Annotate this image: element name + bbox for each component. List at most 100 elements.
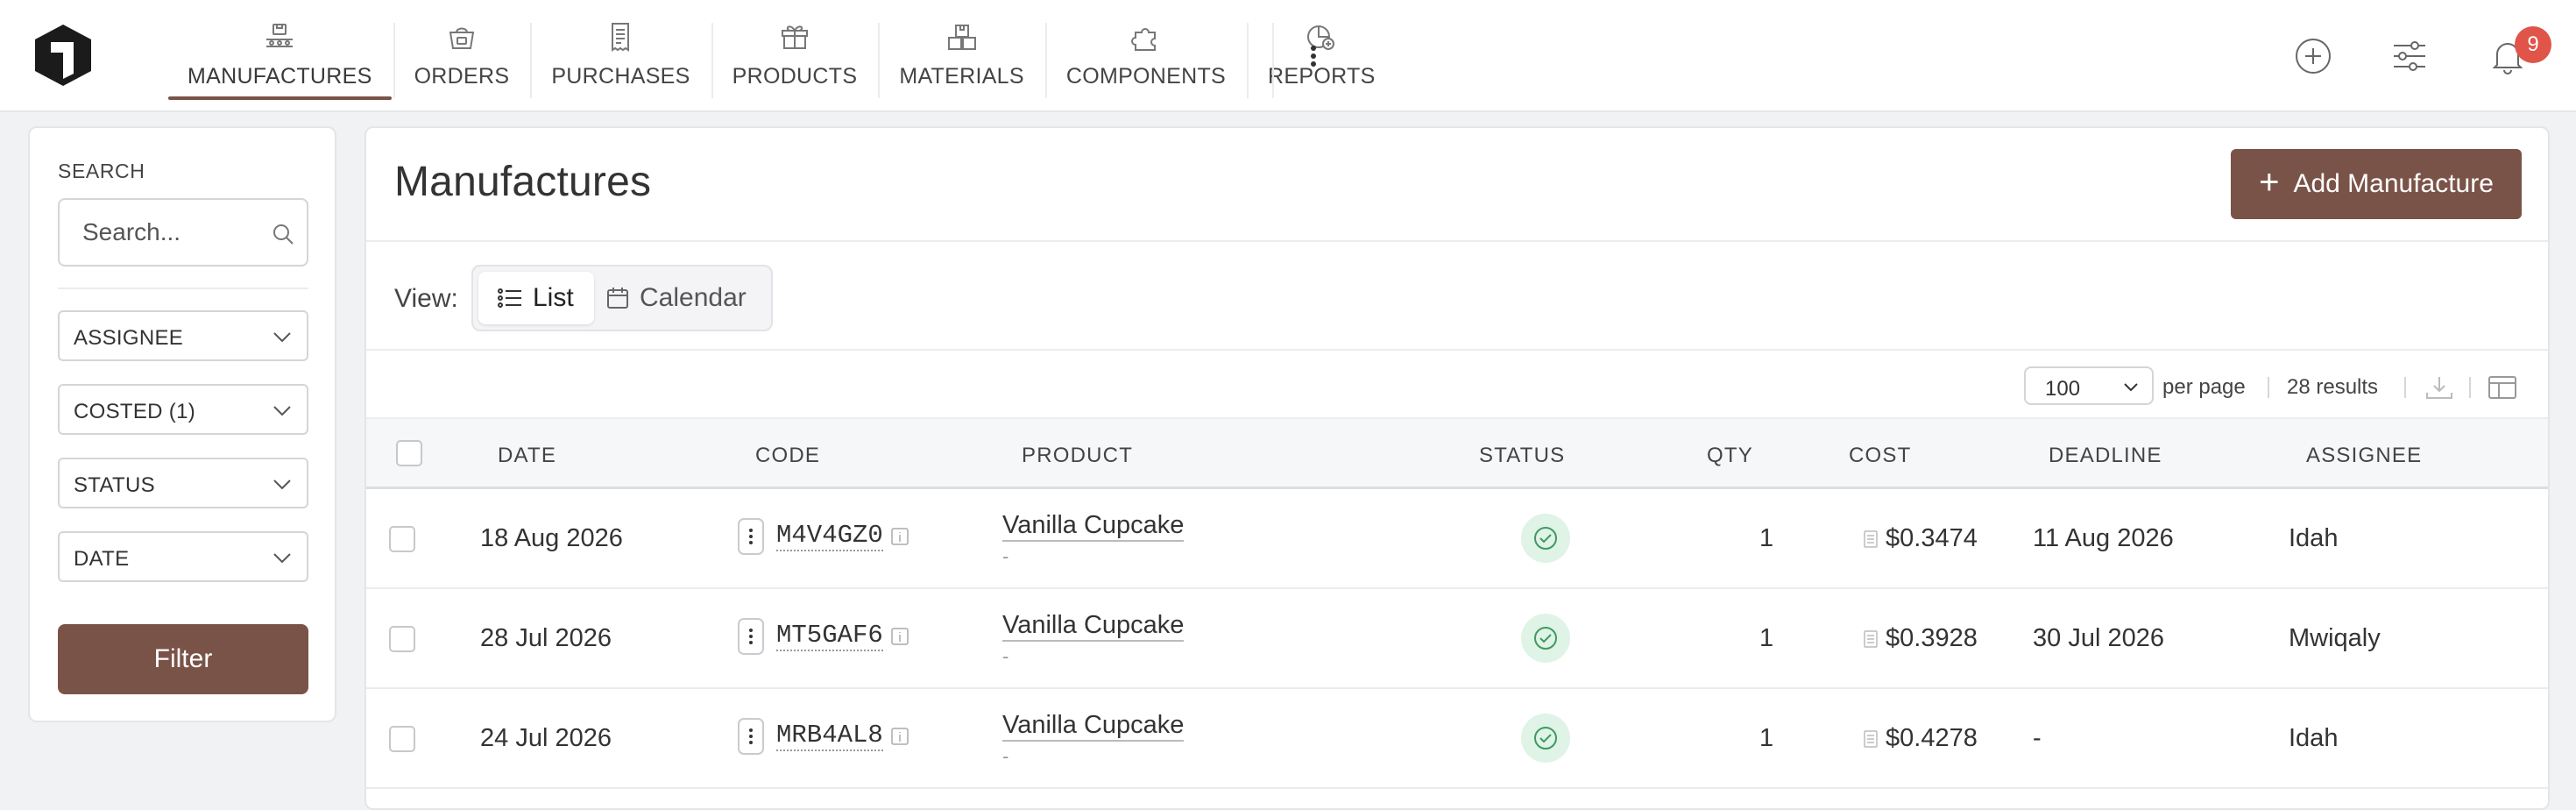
row-deadline: 11 Aug 2026 [2033, 524, 2174, 552]
row-assignee: Idah [2289, 724, 2339, 752]
view-option-list[interactable]: List [478, 272, 594, 324]
row-qty: 1 [1759, 524, 1774, 552]
cost-breakdown-icon[interactable] [1863, 729, 1879, 749]
nav-tab-label: MATERIALS [899, 63, 1024, 89]
view-option-label: Calendar [640, 283, 747, 312]
add-manufacture-label: Add Manufacture [2293, 169, 2494, 198]
column-header-cost[interactable]: COST [1849, 444, 1911, 468]
row-product-link[interactable]: Vanilla Cupcake [1002, 710, 1185, 742]
nav-tab-materials[interactable]: MATERIALS [878, 0, 1045, 112]
row-assignee: Mwiqaly [2289, 624, 2381, 652]
assignee-filter-select[interactable]: ASSIGNEE [58, 310, 308, 361]
table-row[interactable]: 24 Jul 2026 MRB4AL8 Vanilla Cupcake - 1 … [366, 689, 2548, 789]
search-icon [273, 224, 294, 245]
status-filter-select[interactable]: STATUS [58, 458, 308, 508]
more-vertical-icon [749, 629, 753, 644]
table-row[interactable]: 18 Aug 2026 M4V4GZ0 Vanilla Cupcake - 1 … [366, 489, 2548, 589]
row-deadline: 30 Jul 2026 [2033, 624, 2164, 652]
info-icon[interactable] [890, 627, 909, 646]
per-page-label: per page [2162, 375, 2246, 399]
row-checkbox[interactable] [389, 626, 415, 652]
add-circle-icon[interactable] [2290, 33, 2336, 79]
nav-tab-products[interactable]: PRODUCTS [711, 0, 879, 112]
columns-layout-icon[interactable] [2487, 373, 2518, 401]
row-product-variant: - [1002, 545, 1009, 567]
table-row[interactable]: 28 Jul 2026 MT5GAF6 Vanilla Cupcake - 1 … [366, 589, 2548, 689]
row-code-link[interactable]: MT5GAF6 [776, 622, 883, 651]
settings-sliders-icon[interactable] [2387, 33, 2432, 79]
row-actions-button[interactable] [738, 618, 764, 655]
nav-tab-purchases[interactable]: PURCHASES [530, 0, 711, 112]
orders-icon [449, 27, 475, 49]
row-code-link[interactable]: MRB4AL8 [776, 721, 883, 751]
info-icon[interactable] [890, 727, 909, 746]
top-navigation: MANUFACTURES ORDERS PURCHASES PRODUCTS M… [0, 0, 2576, 112]
filter-sidebar: SEARCH ASSIGNEE COSTED (1) STATUS DATE F… [28, 126, 336, 722]
column-header-code[interactable]: CODE [755, 444, 820, 468]
main-panel: Manufactures + Add Manufacture View: Lis… [364, 126, 2550, 810]
purchases-icon [612, 22, 630, 52]
logo-icon[interactable] [33, 23, 93, 88]
row-date: 24 Jul 2026 [480, 724, 612, 752]
row-product-variant: - [1002, 745, 1009, 767]
main-nav-tabs: MANUFACTURES ORDERS PURCHASES PRODUCTS M… [166, 0, 1397, 112]
nav-tab-label: MANUFACTURES [188, 63, 372, 89]
more-vertical-icon [1311, 46, 1316, 67]
add-manufacture-button[interactable]: + Add Manufacture [2231, 149, 2522, 219]
row-code-link[interactable]: M4V4GZ0 [776, 522, 883, 551]
column-header-qty[interactable]: QTY [1707, 444, 1753, 468]
nav-tab-components[interactable]: COMPONENTS [1044, 0, 1247, 112]
column-header-status[interactable]: STATUS [1479, 444, 1565, 468]
column-header-assignee[interactable]: ASSIGNEE [2306, 444, 2422, 468]
date-filter-select[interactable]: DATE [58, 531, 308, 582]
nav-tab-manufactures[interactable]: MANUFACTURES [166, 0, 393, 112]
nav-tab-label: COMPONENTS [1065, 63, 1227, 89]
costed-filter-select[interactable]: COSTED (1) [58, 384, 308, 435]
nav-tab-label: PRODUCTS [732, 63, 858, 89]
view-label: View: [394, 284, 458, 313]
separator [2268, 377, 2269, 398]
filter-button[interactable]: Filter [58, 624, 308, 694]
row-cost: $0.3474 [1886, 524, 1978, 552]
column-header-date[interactable]: DATE [498, 444, 556, 468]
check-circle-icon [1534, 727, 1557, 750]
row-actions-button[interactable] [738, 518, 764, 555]
info-icon[interactable] [890, 527, 909, 546]
select-all-checkbox[interactable] [396, 440, 422, 466]
calendar-icon [607, 288, 628, 309]
column-header-deadline[interactable]: DEADLINE [2049, 444, 2162, 468]
row-assignee: Idah [2289, 524, 2339, 552]
cost-breakdown-icon[interactable] [1863, 629, 1879, 649]
cost-breakdown-icon[interactable] [1863, 529, 1879, 549]
products-icon [781, 25, 808, 49]
row-product-link[interactable]: Vanilla Cupcake [1002, 610, 1185, 642]
nav-divider [1272, 23, 1274, 98]
more-menu-button[interactable] [1293, 39, 1334, 74]
row-product-link[interactable]: Vanilla Cupcake [1002, 510, 1185, 542]
select-label: COSTED (1) [74, 400, 196, 423]
select-label: STATUS [74, 473, 155, 497]
search-label: SEARCH [58, 160, 145, 182]
row-code-cell: MT5GAF6 [738, 617, 909, 656]
row-cost: $0.4278 [1886, 724, 1978, 752]
download-icon[interactable] [2424, 373, 2455, 401]
divider [366, 240, 2548, 242]
nav-tab-orders[interactable]: ORDERS [393, 0, 531, 112]
chevron-down-icon [2124, 383, 2138, 392]
row-checkbox[interactable] [389, 526, 415, 552]
row-checkbox[interactable] [389, 726, 415, 752]
results-count: 28 results [2287, 375, 2379, 399]
per-page-select[interactable]: 100 [2024, 366, 2154, 405]
view-toggle: List Calendar [471, 265, 773, 331]
pagination-bar: 100 per page 28 results [366, 365, 2548, 409]
row-date: 28 Jul 2026 [480, 624, 612, 652]
view-option-calendar[interactable]: Calendar [596, 272, 768, 324]
column-header-product[interactable]: PRODUCT [1022, 444, 1133, 468]
nav-tab-label: PURCHASES [551, 63, 690, 89]
search-input[interactable] [81, 200, 265, 265]
row-code-cell: MRB4AL8 [738, 717, 909, 756]
row-actions-button[interactable] [738, 718, 764, 755]
chevron-down-icon [273, 332, 291, 343]
separator [2469, 377, 2471, 398]
per-page-value: 100 [2045, 377, 2081, 401]
